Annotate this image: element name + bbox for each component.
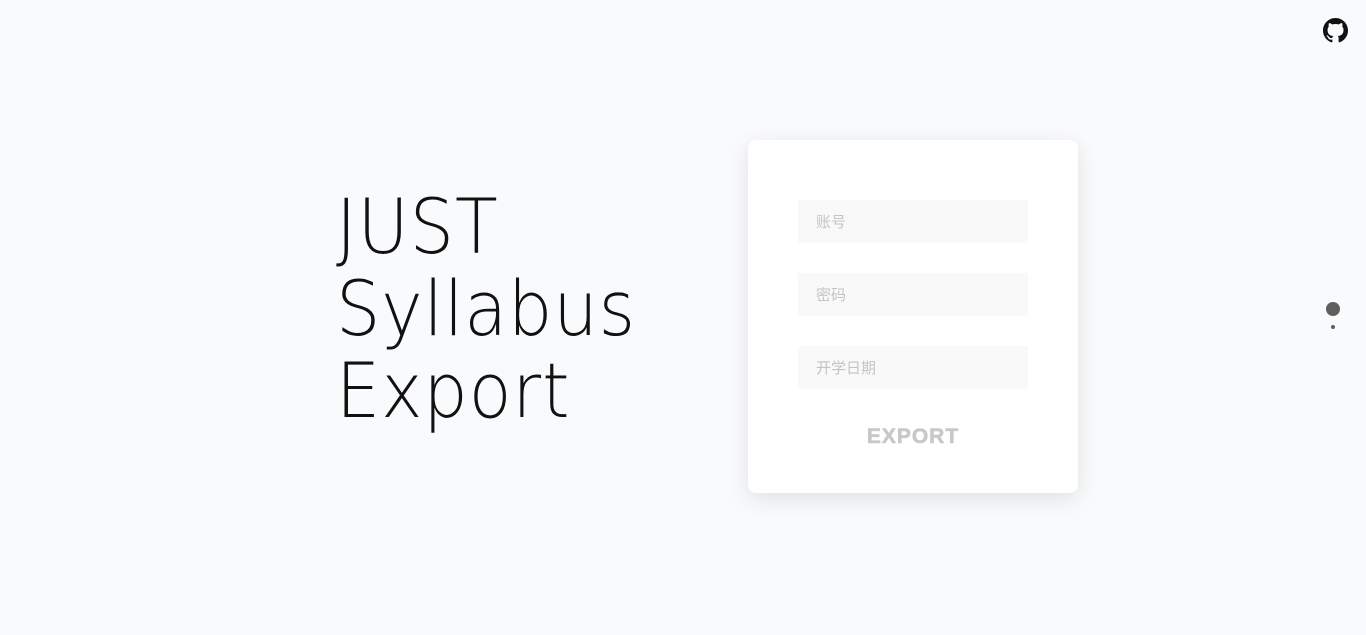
export-button[interactable]: EXPORT — [798, 418, 1028, 456]
page-indicator — [1325, 301, 1341, 331]
password-input[interactable] — [798, 273, 1028, 316]
start-date-input[interactable] — [798, 346, 1028, 389]
github-link[interactable] — [1323, 18, 1348, 43]
github-icon — [1323, 18, 1348, 43]
page-dot-active[interactable] — [1326, 302, 1340, 316]
hero-line-export: Export — [336, 346, 571, 435]
hero-line-just: JUST — [336, 182, 499, 271]
account-input[interactable] — [798, 200, 1028, 243]
login-card: EXPORT — [748, 140, 1078, 493]
page: JUST Syllabus Export EXPORT — [0, 0, 1366, 635]
hero-title: JUST Syllabus Export — [336, 186, 696, 432]
page-dot[interactable] — [1331, 325, 1335, 329]
hero-line-syllabus: Syllabus — [336, 264, 636, 353]
